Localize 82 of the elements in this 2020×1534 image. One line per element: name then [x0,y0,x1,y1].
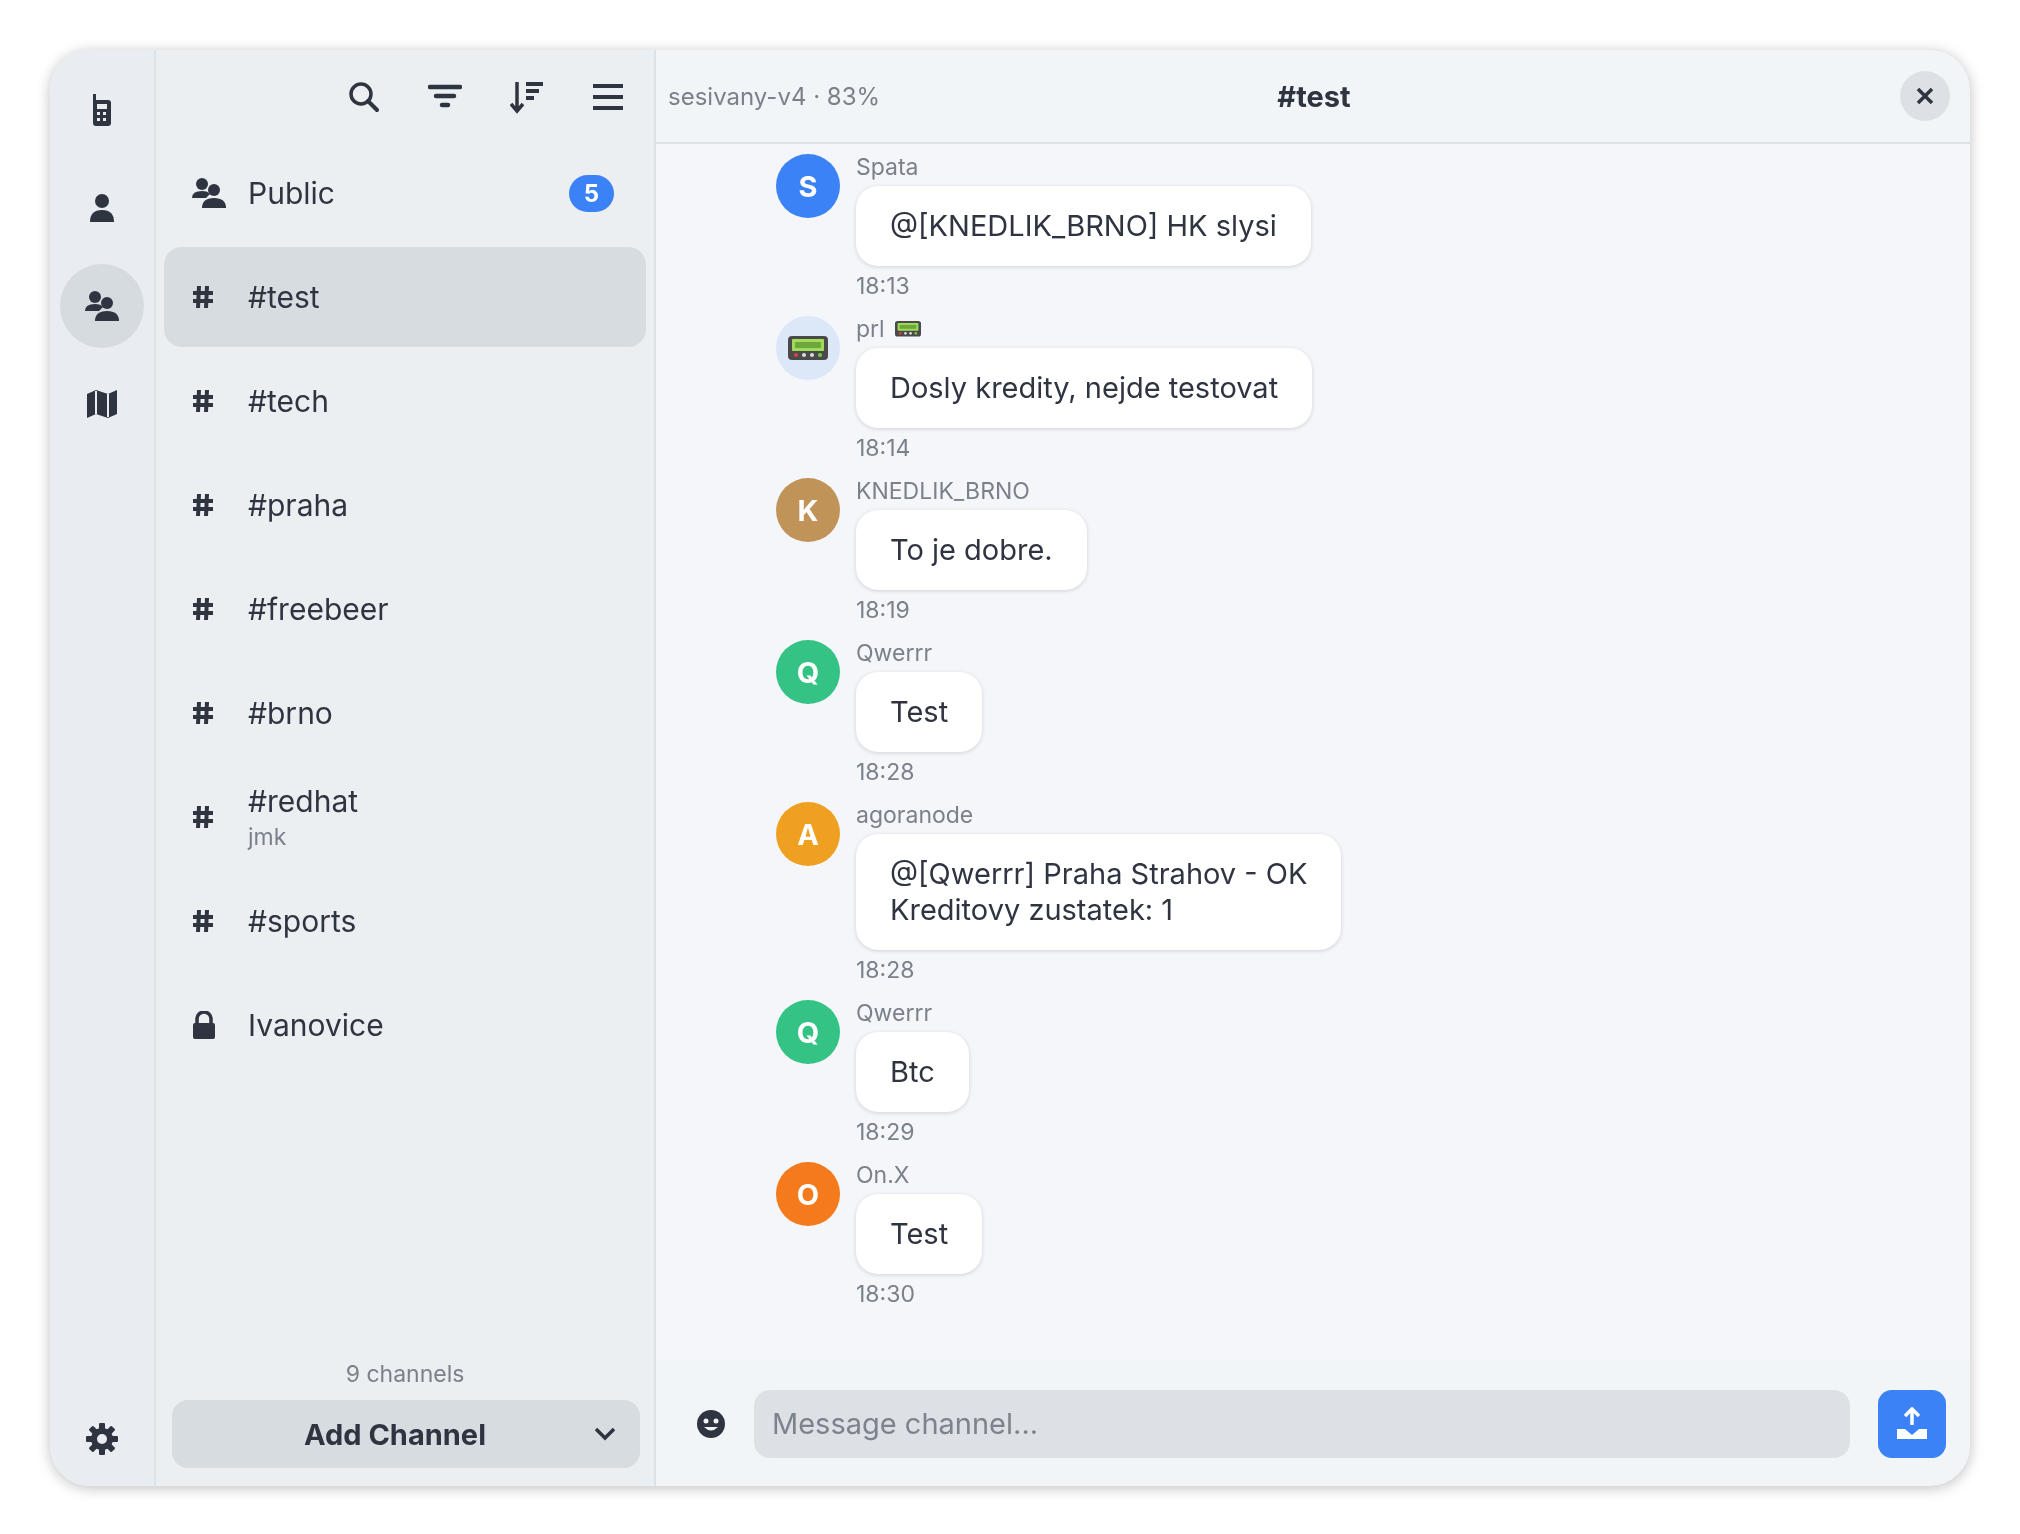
search-icon [348,80,380,113]
hash-icon [192,389,214,413]
avatar: S [776,154,840,218]
sender-name: On.X [856,1161,910,1189]
channel-item[interactable]: #praha [164,455,646,555]
message-bubble: Test [856,1194,983,1274]
channel-item[interactable]: #freebeer [164,559,646,659]
channel-item[interactable]: #redhat jmk [164,767,646,867]
message-time: 18:29 [856,1118,915,1146]
sender-name: KNEDLIK_BRNO [856,477,1030,505]
avatar: K [776,478,840,542]
people-icon [192,178,226,208]
sender-name: Spata [856,153,919,181]
channel-item[interactable]: Ivanovice [164,975,646,1075]
sender-name: Qwerrr [856,999,933,1027]
channel-name: #sports [248,903,358,939]
unread-badge: 5 [568,174,614,212]
send-button[interactable] [1878,1389,1946,1458]
hash-icon [192,909,214,933]
smiley-icon [696,1408,726,1439]
search-button[interactable] [348,80,380,113]
hash-icon [192,701,214,725]
lock-icon [192,1011,216,1039]
emoji-button[interactable] [696,1408,726,1439]
channel-item[interactable]: #sports [164,871,646,971]
hash-icon [192,493,214,517]
channel-item[interactable]: #brno [164,663,646,763]
send-icon [1895,1406,1929,1441]
avatar: O [776,1162,840,1226]
message-bubble: To je dobre. [856,510,1087,590]
message-bubble: @[Qwerrr] Praha Strahov - OK Kreditovy zustatek: 1 [856,834,1342,950]
channel-name: #praha [248,487,350,523]
message-time: 18:14 [856,434,911,462]
avatar: Q [776,1000,840,1064]
hash-icon [192,805,214,829]
message-time: 18:13 [856,272,910,300]
hash-icon [192,597,214,621]
menu-button[interactable] [592,82,624,111]
message-input[interactable]: Message channel... [754,1389,1850,1458]
channel-name: #test [248,279,321,315]
people-icon [85,291,119,321]
avatar: A [776,802,840,866]
chevron-icon [594,1427,616,1441]
message-bubble: Btc [856,1032,969,1112]
sort-icon [510,79,544,114]
channel-item[interactable]: Public 5 [164,143,646,243]
channel-item[interactable]: #tech [164,351,646,451]
channel-name: Public [248,175,336,211]
settings-button[interactable] [85,1422,119,1456]
channel-item[interactable]: #test [164,247,646,347]
channel-count: 9 channels [344,1360,466,1388]
channel-name: Ivanovice [248,1007,385,1043]
avatar: Q [776,640,840,704]
add-channel-button[interactable]: Add Channel [172,1400,640,1468]
close-icon [1916,87,1934,105]
channel-name: #redhat [248,783,360,819]
hash-icon [192,285,214,309]
message-bubble: @[KNEDLIK_BRNO] HK slysi [856,186,1311,266]
settings-icon [85,1422,119,1456]
pager-icon [788,336,828,360]
message-time: 18:28 [856,758,915,786]
message-time: 18:28 [856,956,915,984]
message-time: 18:30 [856,1280,915,1308]
sender-name: agoranode [856,801,974,829]
node-status: sesivany-v4 · 83% [668,81,882,111]
channel-subtitle: jmk [248,823,288,851]
channel-title: #test [1276,78,1352,114]
message-time: 18:19 [856,596,910,624]
message-bubble: Test [856,672,983,752]
channel-name: #freebeer [248,591,390,627]
channel-name: #tech [248,383,330,419]
sender-name: Qwerrr [856,639,933,667]
phone-icon [91,94,113,126]
close-button[interactable] [1900,71,1950,121]
map-icon [86,390,118,418]
channel-name: #brno [248,695,334,731]
message-bubble: Dosly kredity, nejde testovat [856,348,1313,428]
sort-button[interactable] [510,79,544,114]
sender-name: prl [856,315,885,343]
pager-icon [894,321,921,337]
menu-icon [592,82,624,111]
person-icon [89,194,115,222]
